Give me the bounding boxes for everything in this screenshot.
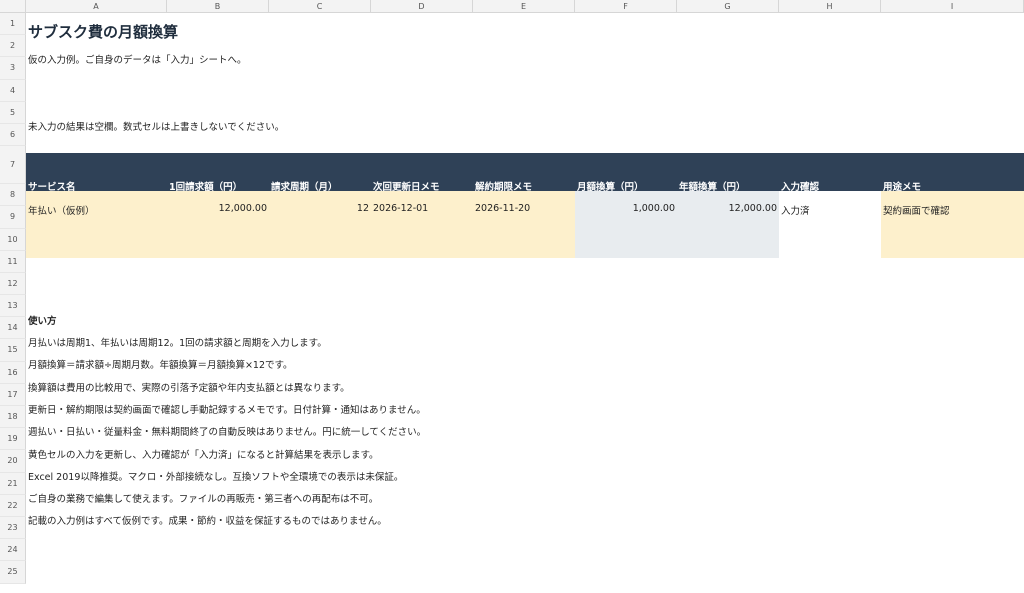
sheet-subtitle[interactable]: 仮の入力例。ご自身のデータは「入力」シートへ。 <box>26 52 249 66</box>
cell-status[interactable]: 入力済 <box>779 203 812 217</box>
column-header-f[interactable]: F <box>575 0 677 13</box>
memo-area <box>881 191 1024 258</box>
sheet-title[interactable]: サブスク費の月額換算 <box>26 21 180 42</box>
row-header[interactable]: 21 <box>0 472 26 495</box>
column-header-c[interactable]: C <box>269 0 371 13</box>
input-area <box>26 191 575 258</box>
column-headers: A B C D E F G H I <box>26 0 1024 13</box>
column-header-g[interactable]: G <box>677 0 779 13</box>
column-header-e[interactable]: E <box>473 0 575 13</box>
row-header[interactable]: 3 <box>0 57 26 80</box>
spreadsheet: A B C D E F G H I 1 2 3 4 5 6 7 8 9 10 1… <box>0 0 1024 593</box>
select-all-corner[interactable] <box>0 0 26 13</box>
cell-memo[interactable]: 契約画面で確認 <box>881 203 952 217</box>
howto-line[interactable]: 記載の入力例はすべて仮例です。成果・節約・収益を保証するものではありません。 <box>26 513 389 527</box>
status-area <box>779 191 881 258</box>
row-header[interactable]: 22 <box>0 494 26 517</box>
row-header[interactable]: 20 <box>0 450 26 473</box>
howto-line[interactable]: 更新日・解約期限は契約画面で確認し手動記録するメモです。日付計算・通知はありませ… <box>26 402 428 416</box>
cell-next-renewal[interactable]: 2026-12-01 <box>371 203 430 214</box>
cell-yearly[interactable]: 12,000.00 <box>677 203 779 214</box>
row-header[interactable]: 1 <box>0 13 26 36</box>
howto-line[interactable]: 月額換算＝請求額÷周期月数。年額換算＝月額換算×12です。 <box>26 357 295 371</box>
cell-cycle[interactable]: 12 <box>269 203 371 214</box>
row-header[interactable]: 10 <box>0 228 26 251</box>
column-header-a[interactable]: A <box>26 0 167 13</box>
row-header[interactable]: 15 <box>0 339 26 362</box>
cell-monthly[interactable]: 1,000.00 <box>575 203 677 214</box>
sheet-note[interactable]: 未入力の結果は空欄。数式セルは上書きしないでください。 <box>26 119 286 133</box>
column-header-h[interactable]: H <box>779 0 881 13</box>
howto-line[interactable]: ご自身の業務で編集して使えます。ファイルの再販売・第三者への再配布は不可。 <box>26 491 380 505</box>
row-header[interactable]: 7 <box>0 146 26 185</box>
row-header[interactable]: 5 <box>0 101 26 124</box>
row-header[interactable]: 12 <box>0 272 26 296</box>
row-header[interactable]: 24 <box>0 539 26 562</box>
howto-line[interactable]: 換算額は費用の比較用で、実際の引落予定額や年内支払額とは異なります。 <box>26 380 352 394</box>
column-header-b[interactable]: B <box>167 0 269 13</box>
row-header[interactable]: 16 <box>0 361 26 384</box>
column-header-d[interactable]: D <box>371 0 473 13</box>
howto-line[interactable]: 黄色セルの入力を更新し、入力確認が「入力済」になると計算結果を表示します。 <box>26 447 381 461</box>
row-headers: 1 2 3 4 5 6 7 8 9 10 11 12 13 14 15 16 1… <box>0 13 26 584</box>
cell-grid: サブスク費の月額換算 仮の入力例。ご自身のデータは「入力」シートへ。 未入力の結… <box>26 13 1024 593</box>
row-header[interactable]: 23 <box>0 516 26 540</box>
row-header[interactable]: 11 <box>0 250 26 273</box>
howto-line[interactable]: 週払い・日払い・従量料金・無料期間終了の自動反映はありません。円に統一してくださ… <box>26 424 428 438</box>
row-header[interactable]: 19 <box>0 428 26 451</box>
row-header[interactable]: 13 <box>0 295 26 318</box>
row-header[interactable]: 14 <box>0 317 26 340</box>
cell-amount[interactable]: 12,000.00 <box>167 203 269 214</box>
row-header[interactable]: 25 <box>0 561 26 584</box>
calc-area <box>575 191 779 258</box>
row-header[interactable]: 6 <box>0 123 26 147</box>
cell-cancel-deadline[interactable]: 2026-11-20 <box>473 203 532 214</box>
howto-line[interactable]: 月払いは周期1、年払いは周期12。1回の請求額と周期を入力します。 <box>26 335 329 349</box>
row-header[interactable]: 4 <box>0 79 26 102</box>
howto-line[interactable]: Excel 2019以降推奨。マクロ・外部接続なし。互換ソフトや全環境での表示は… <box>26 469 405 483</box>
cell-service-name[interactable]: 年払い（仮例） <box>26 203 97 217</box>
row-header[interactable]: 2 <box>0 35 26 58</box>
row-header[interactable]: 18 <box>0 406 26 429</box>
howto-heading[interactable]: 使い方 <box>26 313 59 327</box>
row-header[interactable]: 9 <box>0 206 26 229</box>
row-header[interactable]: 17 <box>0 383 26 406</box>
row-header[interactable]: 8 <box>0 184 26 207</box>
column-header-i[interactable]: I <box>881 0 1024 13</box>
